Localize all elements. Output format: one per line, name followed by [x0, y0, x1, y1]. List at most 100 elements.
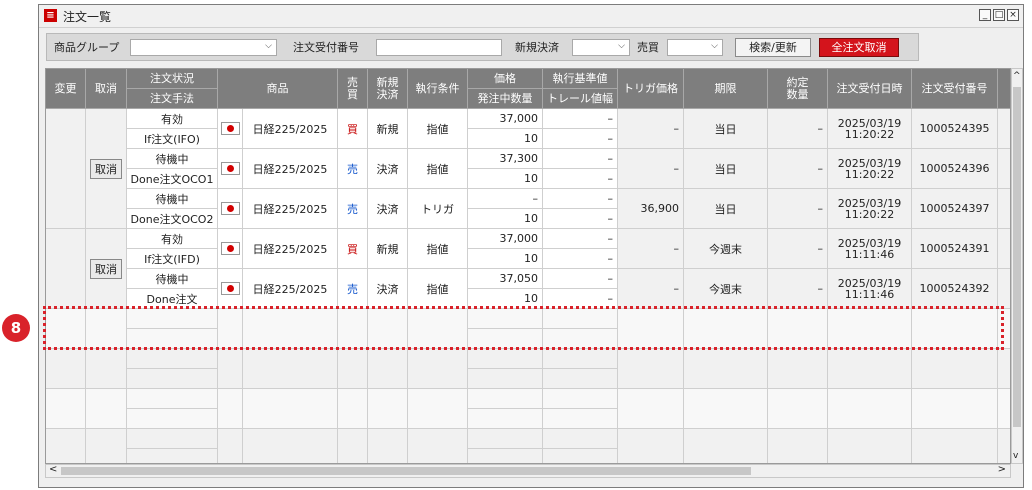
filler-cell [998, 109, 1010, 149]
order-method: If注文(IFD) [127, 249, 218, 269]
vertical-scrollbar[interactable]: ^ v [1011, 68, 1023, 464]
empty-cell [127, 369, 218, 389]
empty-cell [543, 369, 618, 389]
order-basis: – [543, 229, 618, 249]
title-bar[interactable]: ≡ 注文一覧 _ □ × [39, 5, 1023, 28]
empty-cell [543, 409, 618, 429]
order-newsettle: 新規 [368, 109, 408, 149]
scroll-right-icon[interactable]: > [998, 464, 1006, 475]
scroll-left-icon[interactable]: < [49, 464, 57, 475]
order-condition: 指値 [408, 229, 468, 269]
order-filled: – [768, 269, 828, 309]
filter-toolbar: 商品グループ ⌵ 注文受付番号 新規決済 ⌵ 売買 ⌵ 検索/更新 全注文取消 [46, 33, 919, 61]
japan-flag-icon [220, 242, 240, 255]
flag-cell [218, 229, 243, 269]
empty-cell [828, 389, 912, 429]
empty-cell [543, 449, 618, 463]
empty-cell [218, 429, 243, 463]
order-datetime: 2025/03/19 11:20:22 [828, 109, 912, 149]
search-refresh-button[interactable]: 検索/更新 [735, 38, 811, 57]
flag-cell [218, 149, 243, 189]
product-group-select[interactable]: ⌵ [130, 39, 277, 56]
minimize-button[interactable]: _ [979, 9, 991, 21]
order-term: 当日 [684, 109, 768, 149]
japan-flag-icon [220, 202, 240, 215]
col-header-filler [998, 69, 1010, 109]
col-header-product: 商品 [218, 69, 338, 109]
order-no-input[interactable] [376, 39, 502, 56]
empty-cell [468, 449, 543, 463]
order-basis: – [543, 149, 618, 169]
order-date: 2025/03/19 [837, 116, 902, 130]
order-status: 待機中 [127, 189, 218, 209]
col-header-newsettle: 新規決済 [368, 69, 408, 109]
empty-cell [684, 349, 768, 389]
order-qty: 10 [468, 249, 543, 269]
order-filled: – [768, 229, 828, 269]
order-number: 1000524396 [912, 149, 998, 189]
chevron-down-icon: ⌵ [711, 41, 718, 51]
empty-cell [768, 429, 828, 463]
order-buysell: 売 [338, 189, 368, 229]
order-newsettle: 決済 [368, 189, 408, 229]
cancel-order-button[interactable]: 取消 [90, 258, 122, 279]
order-number: 1000524391 [912, 229, 998, 269]
empty-cell [543, 349, 618, 369]
order-qty: 10 [468, 129, 543, 149]
scroll-down-icon[interactable]: v [1013, 451, 1018, 461]
order-basis: – [543, 189, 618, 209]
scroll-up-icon[interactable]: ^ [1013, 71, 1021, 81]
empty-cell [338, 349, 368, 389]
order-method: If注文(IFO) [127, 129, 218, 149]
order-number: 1000524392 [912, 269, 998, 309]
close-button[interactable]: × [1007, 9, 1019, 21]
cancel-all-button[interactable]: 全注文取消 [819, 38, 899, 57]
vertical-scroll-thumb[interactable] [1013, 87, 1021, 427]
cancel-order-button[interactable]: 取消 [90, 158, 122, 179]
col-header-orderno: 注文受付番号 [912, 69, 998, 109]
order-trigger: – [618, 149, 684, 189]
order-buysell: 売 [338, 149, 368, 189]
japan-flag-icon [220, 282, 240, 295]
empty-cell [998, 429, 1010, 463]
empty-cell [86, 389, 127, 429]
order-buysell: 売 [338, 269, 368, 309]
change-cell [46, 109, 86, 229]
order-time: 11:20:22 [844, 127, 895, 141]
order-status: 有効 [127, 109, 218, 129]
empty-cell [468, 369, 543, 389]
empty-cell [46, 389, 86, 429]
order-buysell: 買 [338, 109, 368, 149]
order-trigger: – [618, 229, 684, 269]
col-header-term: 期限 [684, 69, 768, 109]
empty-cell [912, 349, 998, 389]
buysell-select[interactable]: ⌵ [667, 39, 723, 56]
empty-cell [543, 389, 618, 409]
order-price: 37,000 [468, 109, 543, 129]
order-term: 今週末 [684, 269, 768, 309]
product-group-label: 商品グループ [54, 41, 120, 54]
order-datetime: 2025/03/19 11:20:22 [828, 189, 912, 229]
order-product: 日経225/2025 [243, 189, 338, 229]
new-settle-select[interactable]: ⌵ [572, 39, 630, 56]
order-date: 2025/03/19 [837, 156, 902, 170]
japan-flag-icon [220, 162, 240, 175]
japan-flag-icon [220, 122, 240, 135]
order-product: 日経225/2025 [243, 109, 338, 149]
empty-cell [912, 429, 998, 463]
order-datetime: 2025/03/19 11:11:46 [828, 269, 912, 309]
empty-cell [468, 429, 543, 449]
empty-cell [618, 349, 684, 389]
app-logo-icon: ≡ [44, 9, 57, 22]
maximize-button[interactable]: □ [993, 9, 1005, 21]
empty-cell [46, 429, 86, 463]
order-price: 37,000 [468, 229, 543, 249]
horizontal-scroll-thumb[interactable] [61, 467, 751, 475]
flag-cell [218, 109, 243, 149]
empty-cell [408, 429, 468, 463]
horizontal-scrollbar[interactable]: < > [45, 464, 1011, 478]
order-condition: 指値 [408, 269, 468, 309]
order-condition: 指値 [408, 149, 468, 189]
order-filled: – [768, 109, 828, 149]
order-term: 当日 [684, 189, 768, 229]
